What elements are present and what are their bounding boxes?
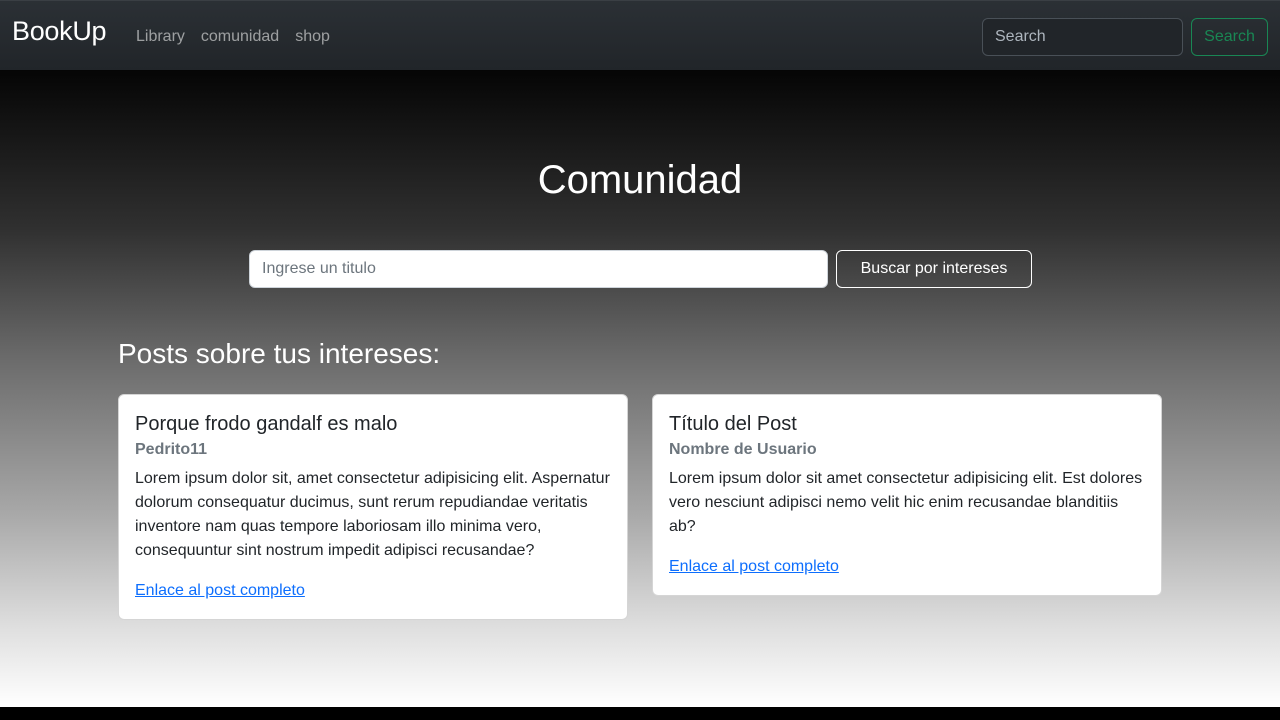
navbar-search-button[interactable]: Search — [1191, 18, 1268, 56]
brand-logo[interactable]: BookUp — [12, 16, 107, 47]
search-by-interests-button[interactable]: Buscar por intereses — [836, 250, 1032, 288]
nav-link-library[interactable]: Library — [128, 25, 193, 49]
post-card: Porque frodo gandalf es malo Pedrito11 L… — [118, 394, 628, 620]
navbar: BookUp Library comunidad shop Search — [0, 0, 1280, 70]
post-author: Nombre de Usuario — [669, 441, 817, 458]
post-title: Porque frodo gandalf es malo — [135, 413, 398, 435]
title-search-input[interactable] — [249, 250, 828, 288]
post-author: Pedrito11 — [135, 441, 208, 458]
nav-links: Library comunidad shop — [128, 25, 338, 49]
post-title: Título del Post — [669, 413, 797, 435]
title-search-form: Buscar por intereses — [249, 250, 1032, 288]
section-title: Posts sobre tus intereses: — [118, 338, 441, 369]
post-excerpt: Lorem ipsum dolor sit, amet consectetur … — [135, 470, 610, 559]
community-hero: Comunidad Buscar por intereses Posts sob… — [0, 70, 1280, 707]
post-full-link[interactable]: Enlace al post completo — [135, 579, 305, 603]
nav-link-comunidad[interactable]: comunidad — [193, 25, 287, 49]
page-title: Comunidad — [537, 158, 743, 202]
navbar-search-input[interactable] — [982, 18, 1183, 56]
post-full-link[interactable]: Enlace al post completo — [669, 555, 839, 579]
post-card: Título del Post Nombre de Usuario Lorem … — [652, 394, 1162, 596]
nav-link-shop[interactable]: shop — [287, 25, 338, 49]
post-excerpt: Lorem ipsum dolor sit amet consectetur a… — [669, 470, 1143, 535]
